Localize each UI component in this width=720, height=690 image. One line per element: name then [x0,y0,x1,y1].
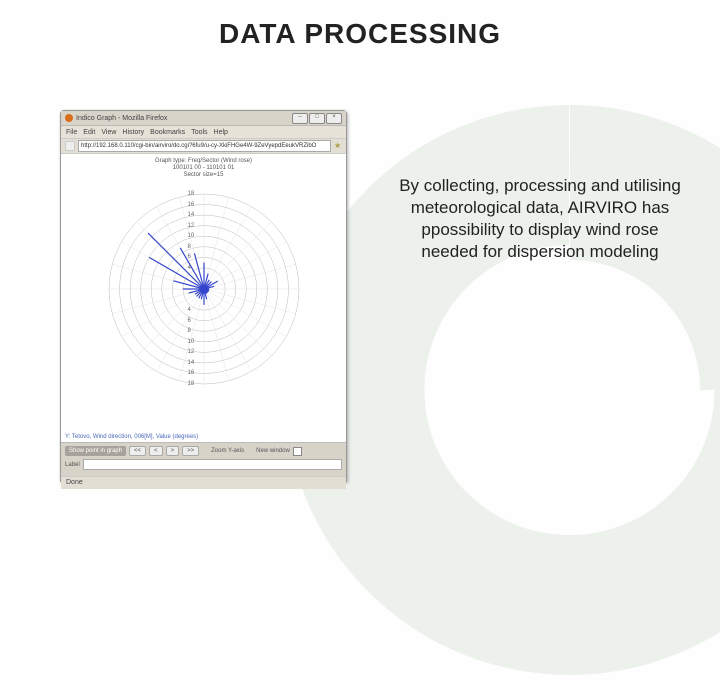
graph-type: Graph type: Freq/Sector (Wind rose) [65,158,342,165]
zoom-y-label: Zoom Y-axis [211,448,244,454]
minimize-button[interactable]: – [292,113,308,124]
radial-tick: 10 [188,233,195,239]
slide-body-text: By collecting, processing and utilising … [395,175,685,263]
star-icon[interactable]: ★ [334,142,342,150]
y-axis-caption: Y: Tetovo, Wind direction, 006[M], Value… [65,434,198,440]
firefox-icon [65,114,73,122]
footer-controls: Show point in graph << < > >> Zoom Y-axi… [61,442,346,476]
menu-history[interactable]: History [122,129,144,136]
nav-first-button[interactable]: << [129,446,146,456]
nav-last-button[interactable]: >> [182,446,199,456]
addressbar: http://192.168.0.110/cgi-bin/airviro/do.… [61,139,346,154]
url-input[interactable]: http://192.168.0.110/cgi-bin/airviro/do.… [78,140,331,152]
window-title: Indico Graph - Mozilla Firefox [76,115,289,122]
menu-tools[interactable]: Tools [191,129,207,136]
nav-prev-button[interactable]: < [149,446,163,456]
menubar: File Edit View History Bookmarks Tools H… [61,126,346,139]
radial-tick: 8 [188,328,191,334]
content-area: Graph type: Freq/Sector (Wind rose) 1001… [61,154,346,442]
radial-tick: 4 [188,307,191,313]
radial-tick: 16 [188,370,195,376]
radial-tick: 18 [188,381,195,387]
new-window-label: New window [256,448,290,454]
radial-tick: 14 [188,360,195,366]
maximize-button[interactable]: □ [309,113,325,124]
page-icon [65,141,75,151]
new-window-checkbox[interactable] [293,447,302,456]
menu-file[interactable]: File [66,129,77,136]
menu-help[interactable]: Help [214,129,228,136]
window-controls: – □ × [292,113,342,124]
slide-title: DATA PROCESSING [0,18,720,50]
nav-next-button[interactable]: > [166,446,180,456]
titlebar[interactable]: Indico Graph - Mozilla Firefox – □ × [61,111,346,126]
menu-view[interactable]: View [101,129,116,136]
graph-date-range: 100101 00 - 110101 01 [65,165,342,172]
radial-tick: 6 [188,254,191,260]
radial-tick: 4 [188,265,191,271]
menu-edit[interactable]: Edit [83,129,95,136]
radial-tick: 6 [188,318,191,324]
radial-tick: 18 [188,191,195,197]
radial-tick: 16 [188,202,195,208]
label-field-label: Label [65,462,80,468]
show-point-button[interactable]: Show point in graph [65,446,126,456]
graph-sector-size: Sector size=15 [65,172,342,179]
label-input[interactable] [83,459,342,470]
browser-window: Indico Graph - Mozilla Firefox – □ × Fil… [60,110,347,482]
statusbar: Done [61,476,346,489]
radial-tick: 12 [188,223,195,229]
menu-bookmarks[interactable]: Bookmarks [150,129,185,136]
radial-tick: 8 [188,244,191,250]
radial-tick: 12 [188,349,195,355]
graph-header: Graph type: Freq/Sector (Wind rose) 1001… [65,158,342,180]
radial-tick: 10 [188,339,195,345]
windrose-chart [99,184,309,394]
radial-tick: 14 [188,212,195,218]
close-button[interactable]: × [326,113,342,124]
